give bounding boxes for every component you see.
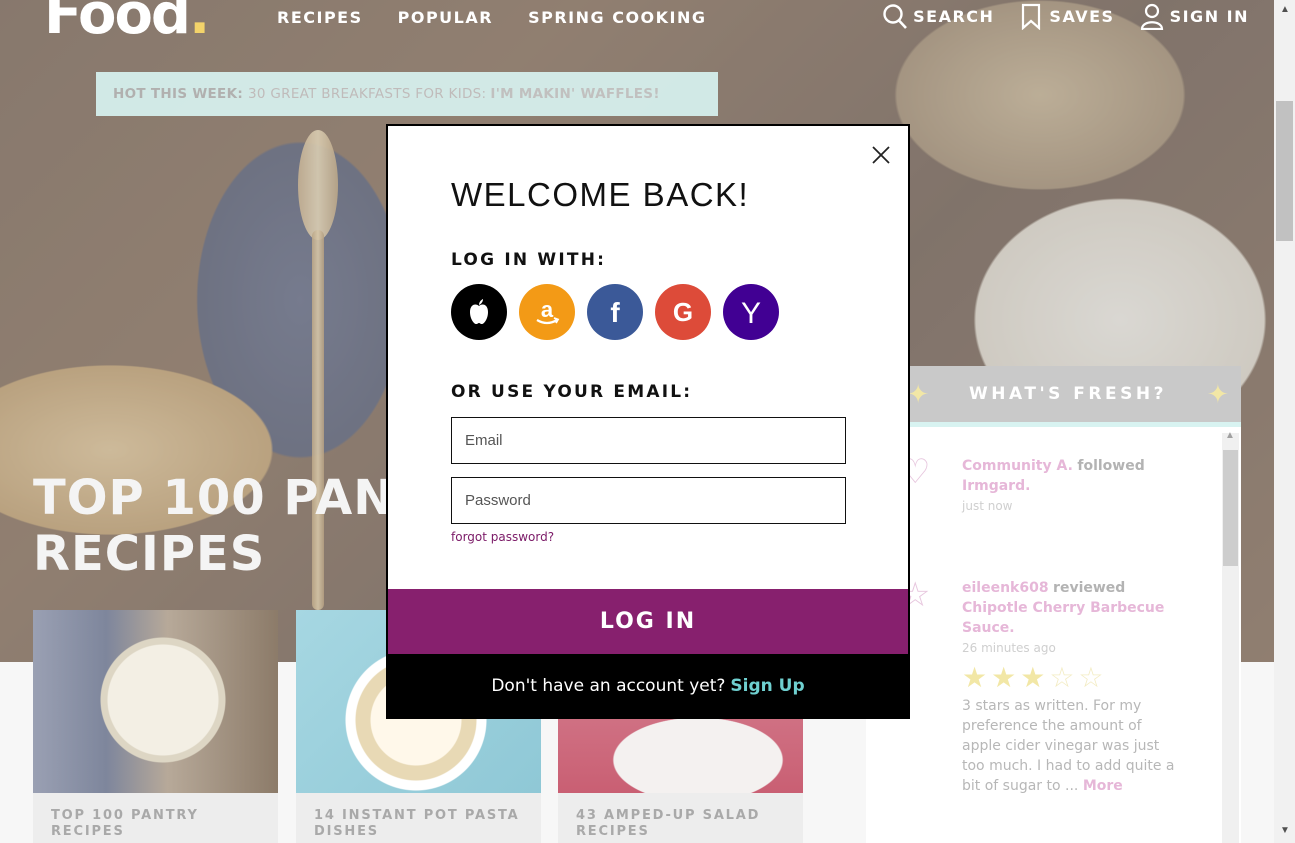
card-image (33, 610, 278, 793)
svg-text:Y: Y (741, 297, 761, 329)
user-icon (1140, 3, 1163, 30)
page-scrollbar[interactable]: ▲ ▼ (1274, 0, 1295, 843)
feed-item: Community A. followed Irmgard. just now (962, 456, 1182, 516)
sparkle-icon: ✦ (907, 378, 930, 409)
main-nav: RECIPES POPULAR SPRING COOKING (277, 8, 707, 27)
hot-strong-link[interactable]: I'M MAKIN' WAFFLES! (490, 86, 659, 102)
card-caption: TOP 100 PANTRY RECIPES (51, 808, 199, 839)
no-account-text: Don't have an account yet? (491, 675, 726, 696)
search-icon (883, 4, 908, 29)
hot-label: HOT THIS WEEK: (113, 86, 244, 102)
hero-title[interactable]: TOP 100 PANT RECIPES (33, 470, 428, 582)
feed-user-link[interactable]: Community A. (962, 458, 1073, 474)
amazon-login-button[interactable]: a (519, 284, 575, 340)
login-modal: WELCOME BACK! LOG IN WITH: a f G Y OR US… (386, 124, 910, 719)
login-with-label: LOG IN WITH: (451, 250, 607, 270)
forgot-password-link[interactable]: forgot password? (451, 530, 554, 544)
svg-text:a: a (541, 297, 554, 322)
feed-target-link[interactable]: Chipotle Cherry Barbecue Sauce. (962, 600, 1164, 636)
card-caption: 43 AMPED-UP SALAD RECIPES (576, 808, 761, 839)
feed-user-link[interactable]: eileenk608 (962, 580, 1049, 596)
sign-up-link[interactable]: Sign Up (730, 676, 804, 696)
review-text: 3 stars as written. For my preference th… (962, 698, 1175, 794)
close-icon[interactable] (868, 142, 894, 168)
password-field[interactable] (451, 477, 846, 524)
yahoo-icon: Y (741, 297, 761, 329)
card-caption: 14 INSTANT POT PASTA DISHES (314, 808, 520, 839)
email-field[interactable] (451, 417, 846, 464)
scroll-down-icon[interactable]: ▼ (1280, 825, 1290, 836)
facebook-icon: f (610, 297, 620, 328)
log-in-button[interactable]: LOG IN (388, 589, 908, 654)
google-icon: G (673, 297, 693, 327)
nav-recipes[interactable]: RECIPES (277, 8, 363, 27)
hot-link[interactable]: 30 GREAT BREAKFASTS FOR KIDS: (248, 86, 486, 102)
modal-title: WELCOME BACK! (451, 176, 750, 213)
nav-spring-cooking[interactable]: SPRING COOKING (528, 8, 706, 27)
social-login-buttons: a f G Y (451, 284, 779, 340)
nav-popular[interactable]: POPULAR (398, 8, 493, 27)
fresh-scroll-up-icon[interactable]: ▲ (1225, 430, 1235, 441)
svg-text:G: G (673, 297, 693, 327)
apple-login-button[interactable] (451, 284, 507, 340)
feed-item: eileenk608 reviewed Chipotle Cherry Barb… (962, 578, 1182, 796)
saves-button[interactable]: SAVES (1018, 2, 1114, 30)
svg-text:f: f (610, 297, 620, 328)
feed-time: 26 minutes ago (962, 641, 1056, 655)
hot-this-week-bar: HOT THIS WEEK: 30 GREAT BREAKFASTS FOR K… (96, 72, 718, 116)
search-button[interactable]: SEARCH (882, 2, 994, 30)
utility-nav: SEARCH SAVES SIGN IN (882, 2, 1249, 30)
email-section-label: OR USE YOUR EMAIL: (451, 382, 693, 402)
recipe-card[interactable]: TOP 100 PANTRY RECIPES (33, 610, 278, 843)
apple-icon (470, 299, 488, 324)
facebook-login-button[interactable]: f (587, 284, 643, 340)
scroll-up-icon[interactable]: ▲ (1280, 4, 1290, 15)
feed-time: just now (962, 499, 1013, 513)
bookmark-icon (1022, 3, 1041, 30)
whats-fresh-title: WHAT'S FRESH? (969, 384, 1167, 404)
logo[interactable]: Food. (44, 0, 210, 47)
feed-target-link[interactable]: Irmgard. (962, 478, 1030, 494)
amazon-icon: a (536, 297, 560, 325)
yahoo-login-button[interactable]: Y (723, 284, 779, 340)
page-scrollbar-thumb[interactable] (1276, 101, 1293, 241)
sign-in-button[interactable]: SIGN IN (1139, 2, 1249, 30)
more-link[interactable]: More (1083, 778, 1123, 794)
sparkle-icon: ✦ (1206, 378, 1229, 409)
rating-stars: ★★★☆☆ (962, 661, 1108, 694)
fresh-scrollbar-thumb[interactable] (1223, 450, 1238, 566)
signup-bar: Don't have an account yet? Sign Up (388, 654, 908, 717)
google-login-button[interactable]: G (655, 284, 711, 340)
whats-fresh-header: ✦ WHAT'S FRESH? ✦ (895, 366, 1241, 422)
